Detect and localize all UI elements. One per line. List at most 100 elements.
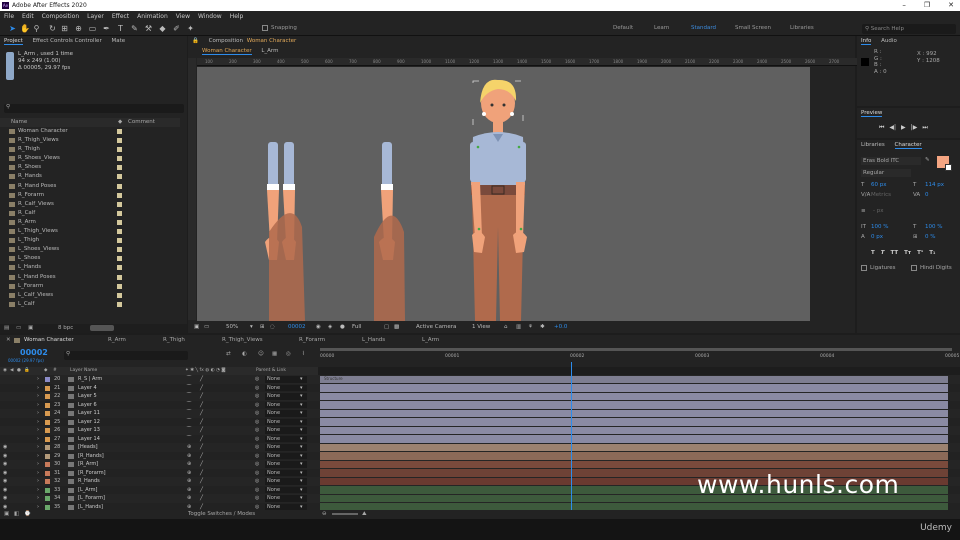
chevron-down-icon[interactable]: ▾ — [300, 435, 303, 444]
shy-switch-icon[interactable]: ⁀ — [187, 401, 191, 410]
layer-name[interactable]: [Heads] — [78, 443, 98, 452]
timeline-tab-l-arm[interactable]: L_Arm — [422, 335, 439, 345]
list-item[interactable]: L_Hand Poses — [0, 273, 180, 282]
layer-color-label[interactable] — [45, 394, 50, 399]
layer-color-label[interactable] — [45, 377, 50, 382]
list-item[interactable]: L_Thigh — [0, 236, 180, 245]
zoom-select[interactable]: 50% — [226, 321, 238, 333]
resolution-select[interactable]: Full — [352, 321, 361, 333]
parent-pickwhip-icon[interactable]: ◎ — [255, 477, 259, 486]
chevron-down-icon[interactable]: ▾ — [300, 392, 303, 401]
expand-arrow-icon[interactable]: › — [37, 384, 39, 393]
list-item[interactable]: R_Calf — [0, 209, 180, 218]
first-frame-button[interactable]: ⏮ — [879, 124, 884, 132]
shy-switch-icon[interactable]: ⊕ — [187, 443, 191, 452]
layer-name[interactable]: Layer 11 — [78, 409, 100, 418]
list-item[interactable]: R_Hands — [0, 172, 180, 181]
table-row[interactable]: › 27 Layer 14 ⁀ ╱ ◎ None ▾ — [0, 434, 960, 444]
brush-tool-icon[interactable]: ✎ — [130, 24, 139, 33]
baseline-shift-value[interactable]: 0 px — [871, 234, 883, 240]
list-item[interactable]: L_Calf — [0, 300, 180, 309]
layer-name[interactable]: [R_Forarm] — [78, 469, 106, 478]
timeline-tab-r-forarm[interactable]: R_Forarm — [299, 335, 325, 345]
shy-switch-icon[interactable]: ⁀ — [187, 418, 191, 427]
chevron-down-icon[interactable]: ▾ — [300, 409, 303, 418]
bpc-label[interactable]: 8 bpc — [58, 324, 73, 333]
list-item[interactable]: R_Thigh_Views — [0, 136, 180, 145]
timeline-tab-r-thigh[interactable]: R_Thigh — [163, 335, 185, 345]
maximize-button[interactable]: ❐ — [924, 0, 930, 11]
expand-arrow-icon[interactable]: › — [37, 452, 39, 461]
parent-pickwhip-icon[interactable]: ◎ — [255, 409, 259, 418]
table-row[interactable]: ◉ › 28 [Heads] ⊕ ╱ ◎ None ▾ — [0, 443, 960, 452]
chevron-down-icon[interactable]: ▾ — [300, 401, 303, 410]
list-item[interactable]: L_Shoes — [0, 254, 180, 263]
tab-character[interactable]: Character — [894, 142, 922, 149]
list-item[interactable]: L_Calf_Views — [0, 291, 180, 300]
search-help-input[interactable]: ⚲ Search Help — [862, 24, 956, 34]
chevron-down-icon[interactable]: ▾ — [300, 460, 303, 469]
list-item[interactable]: L_Hands — [0, 263, 180, 272]
col-comment-header[interactable]: Comment — [128, 118, 155, 127]
composition-viewer[interactable] — [197, 67, 810, 321]
expand-arrow-icon[interactable]: › — [37, 443, 39, 452]
col-name-header[interactable]: Name — [11, 118, 27, 127]
puppet-pin-tool-icon[interactable]: ✦ — [186, 24, 195, 33]
layer-name[interactable]: R_Hands — [78, 477, 100, 486]
menu-edit[interactable]: Edit — [22, 11, 34, 22]
layer-name[interactable]: Layer 12 — [78, 418, 100, 427]
camera-select[interactable]: Active Camera — [416, 321, 456, 333]
layer-name[interactable]: [L_Arm] — [78, 486, 97, 495]
hide-shy-layers-icon[interactable]: ☺ — [258, 351, 264, 357]
interpret-footage-icon[interactable]: ▤ — [4, 324, 9, 333]
table-row[interactable]: › 22 Layer 5 ⁀ ╱ ◎ None ▾ — [0, 392, 960, 401]
col-layer-name-header[interactable]: Layer Name — [70, 367, 97, 375]
parent-pickwhip-icon[interactable]: ◎ — [255, 418, 259, 427]
minimize-button[interactable]: – — [902, 0, 906, 11]
timeline-tab-l-hands[interactable]: L_Hands — [362, 335, 385, 345]
layer-name[interactable]: Layer 6 — [78, 401, 97, 410]
layer-duration-bar[interactable] — [320, 384, 948, 392]
tab-audio[interactable]: Audio — [881, 38, 897, 44]
superscript-button[interactable]: T¹ — [917, 250, 923, 256]
shy-switch-icon[interactable]: ⁀ — [187, 392, 191, 401]
roto-brush-tool-icon[interactable]: ✐ — [172, 24, 181, 33]
expand-arrow-icon[interactable]: › — [37, 426, 39, 435]
table-row[interactable]: ◉ › 30 [R_Arm] ⊕ ╱ ◎ None ▾ — [0, 460, 960, 469]
eyedropper-icon[interactable]: ✎ — [925, 157, 930, 163]
toggle-switches-modes-button[interactable]: Toggle Switches / Modes — [188, 510, 255, 519]
eye-icon[interactable]: ◉ — [3, 503, 7, 511]
mask-visibility-icon[interactable]: ◌ — [270, 321, 275, 333]
quality-switch-icon[interactable]: ╱ — [200, 435, 203, 444]
list-item[interactable]: L_Shoes_Views — [0, 245, 180, 254]
reset-exposure-icon[interactable]: ✱ — [540, 321, 545, 333]
clone-stamp-tool-icon[interactable]: ⚒ — [144, 24, 153, 33]
workspace-small-screen[interactable]: Small Screen — [735, 25, 771, 31]
pan-behind-tool-icon[interactable]: ⊕ — [74, 24, 83, 33]
eye-icon[interactable]: ◉ — [3, 477, 7, 486]
chevron-down-icon[interactable]: ▾ — [300, 494, 303, 503]
table-row[interactable]: › 26 Layer 13 ⁀ ╱ ◎ None ▾ — [0, 426, 960, 435]
timeline-tab-r-arm[interactable]: R_Arm — [108, 335, 126, 345]
timeline-tab-r-thigh-views[interactable]: R_Thigh_Views — [222, 335, 263, 345]
timeline-timecode[interactable]: 00002 — [20, 348, 48, 357]
chevron-down-icon[interactable]: ▾ — [300, 384, 303, 393]
table-row[interactable]: › 24 Layer 11 ⁀ ╱ ◎ None ▾ — [0, 409, 960, 418]
layer-color-label[interactable] — [45, 436, 50, 442]
quality-switch-icon[interactable]: ╱ — [200, 418, 203, 427]
list-item[interactable]: L_Thigh_Views — [0, 227, 180, 236]
motion-blur-icon[interactable]: ◎ — [286, 351, 291, 357]
shy-switch-icon[interactable]: ⁀ — [187, 435, 191, 444]
small-caps-button[interactable]: Tт — [904, 250, 911, 256]
menu-view[interactable]: View — [176, 11, 190, 22]
shy-switch-icon[interactable]: ⊕ — [187, 452, 191, 461]
layer-color-label[interactable] — [45, 479, 50, 484]
close-button[interactable]: ✕ — [948, 0, 954, 11]
table-row[interactable]: › 21 Layer 4 ⁀ ╱ ◎ None ▾ — [0, 383, 960, 393]
menu-layer[interactable]: Layer — [87, 11, 104, 22]
chevron-down-icon[interactable]: ▾ — [300, 426, 303, 435]
tab-project[interactable]: Project — [4, 38, 23, 45]
table-row[interactable]: ◉ › 35 [L_Hands] ⊕ ╱ ◎ None ▾ — [0, 502, 960, 511]
expand-arrow-icon[interactable]: › — [37, 418, 39, 427]
layer-duration-bar[interactable] — [320, 409, 948, 417]
